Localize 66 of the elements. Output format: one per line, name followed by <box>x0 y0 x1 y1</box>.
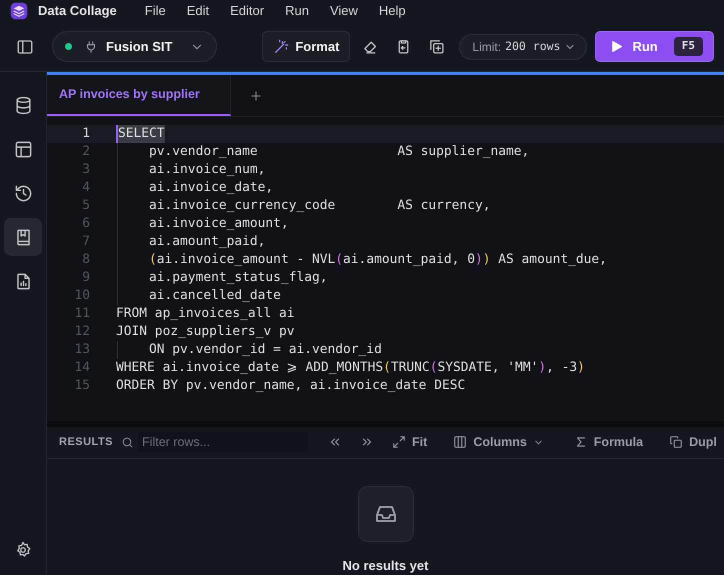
code-line: WHERE ai.invoice_date ⩾ ADD_MONTHS(TRUNC(SYSDATE, 'MM'), -3) <box>116 358 585 377</box>
code-line: ai.payment_status_flag, <box>149 268 328 287</box>
line-number: 4 <box>81 178 90 197</box>
code-line: FROM ap_invoices_all ai <box>116 304 294 323</box>
copy-icon <box>669 435 684 450</box>
connection-selector[interactable]: Fusion SIT <box>52 31 218 62</box>
line-number: 7 <box>81 232 90 251</box>
indent-guide <box>117 340 118 359</box>
magic-wand-icon <box>273 38 290 54</box>
columns-icon <box>453 435 468 450</box>
line-number: 13 <box>73 340 90 359</box>
code-line: JOIN poz_suppliers_v pv <box>116 322 294 341</box>
line-number: 12 <box>73 322 90 341</box>
code-line: ai.invoice_date, <box>149 178 274 197</box>
line-number: 3 <box>81 160 90 179</box>
editor-tab[interactable]: AP invoices by supplier <box>47 75 231 116</box>
line-number: 5 <box>81 196 90 215</box>
menu-item[interactable]: Run <box>285 1 309 21</box>
line-number: 14 <box>73 358 90 377</box>
app-title: Data Collage <box>38 2 117 20</box>
format-button[interactable]: Format <box>262 31 350 62</box>
sidebar-item[interactable] <box>4 218 42 256</box>
code-line: ai.cancelled_date <box>149 286 281 305</box>
code-line: ai.invoice_amount, <box>149 214 289 233</box>
menu-item[interactable]: File <box>144 1 166 21</box>
code-line: ai.amount_paid, <box>149 232 266 251</box>
menu-item[interactable]: Edit <box>186 1 210 21</box>
toolbar-button[interactable]: Fit <box>392 432 428 452</box>
expand-icon <box>392 435 406 450</box>
line-number: 6 <box>81 214 90 233</box>
menu-item[interactable]: Help <box>378 1 406 21</box>
line-number: 15 <box>73 376 90 395</box>
table-icon <box>14 140 32 158</box>
code-line: ON pv.vendor_id = ai.vendor_id <box>149 340 382 359</box>
settings-icon <box>14 541 32 559</box>
plus-icon <box>249 89 263 104</box>
code-line: (ai.invoice_amount - NVL(ai.amount_paid, 0)) AS amount_due, <box>149 250 607 269</box>
toolbar-button[interactable]: Formula <box>574 432 644 452</box>
code-line: ORDER BY pv.vendor_name, ai.invoice_date DESC <box>116 376 466 395</box>
history-icon <box>14 184 32 202</box>
code-line: ai.invoice_currency_code AS currency, <box>149 196 490 215</box>
line-number: 11 <box>73 304 90 323</box>
results-label: RESULTS <box>59 434 114 450</box>
search-icon <box>121 436 134 449</box>
line-number: 1 <box>81 124 90 143</box>
menu-item[interactable]: View <box>330 1 358 21</box>
play-icon <box>609 39 624 54</box>
panel-icon <box>16 38 34 56</box>
line-number: 10 <box>73 286 90 305</box>
shortcut-key: F5 <box>674 37 703 56</box>
row-limit-selector[interactable]: Limit: 200 rows <box>459 34 588 60</box>
empty-message: No results yet <box>342 556 428 575</box>
menu-item[interactable]: Editor <box>230 1 264 21</box>
line-number: 8 <box>81 250 90 269</box>
columns-dropdown[interactable]: Columns <box>453 432 544 452</box>
code-line: pv.vendor_name AS supplier_name, <box>149 142 530 161</box>
code-line: ai.invoice_num, <box>149 160 266 179</box>
line-number: 9 <box>81 268 90 287</box>
line-number: 2 <box>81 142 90 161</box>
duplicate-icon <box>428 38 446 55</box>
logo-icon <box>10 2 28 20</box>
toolbar-button[interactable]: Dupl <box>669 432 717 452</box>
filter-field[interactable]: Filter rows... <box>138 432 308 452</box>
run-button[interactable]: Run F5 <box>595 31 714 62</box>
database-icon <box>14 96 32 114</box>
plug-icon <box>84 40 98 54</box>
